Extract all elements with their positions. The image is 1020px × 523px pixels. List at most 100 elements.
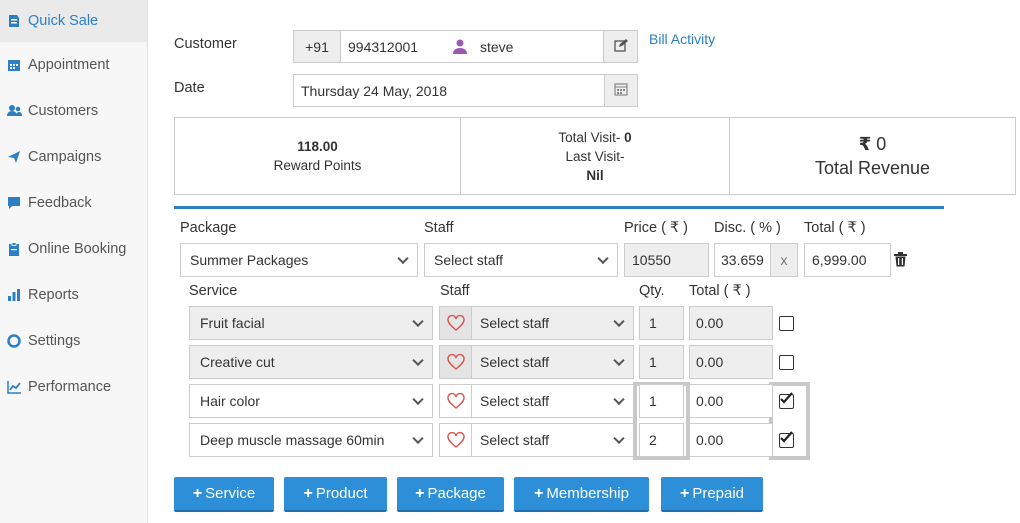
sidebar-item-quick-sale[interactable]: Quick Sale: [0, 0, 147, 42]
sidebar-item-campaigns[interactable]: Campaigns: [0, 134, 147, 180]
add-service-label: Service: [205, 485, 256, 502]
total-visit-line: Total Visit- 0: [558, 128, 631, 147]
visit-stat: Total Visit- 0 Last Visit- Nil: [461, 118, 730, 194]
chevron-down-icon: [613, 315, 625, 328]
sidebar-item-settings[interactable]: Settings: [0, 318, 147, 364]
sidebar-item-online-booking[interactable]: Online Booking: [0, 226, 147, 272]
service-checkbox[interactable]: [779, 316, 794, 331]
package-header: Package: [180, 220, 237, 236]
package-total-field[interactable]: 6,999.00: [804, 243, 891, 277]
service-staff-value: Select staff: [480, 432, 550, 448]
service-checkbox[interactable]: [779, 431, 794, 448]
service-staff-select[interactable]: Select staff: [439, 384, 634, 418]
add-prepaid-button[interactable]: + Prepaid: [661, 477, 763, 512]
date-label: Date: [174, 80, 205, 96]
section-divider: [174, 206, 944, 209]
sidebar-item-label: Online Booking: [28, 241, 127, 257]
sidebar-item-appointment[interactable]: Appointment: [0, 42, 147, 88]
edit-icon: [613, 38, 628, 55]
country-code[interactable]: +91: [293, 30, 341, 63]
service-staff-value: Select staff: [480, 354, 550, 370]
package-select[interactable]: Summer Packages: [180, 243, 418, 277]
package-price-field: 10550: [624, 243, 709, 277]
service-checkbox[interactable]: [779, 355, 794, 370]
sidebar-item-feedback[interactable]: Feedback: [0, 180, 147, 226]
add-product-button[interactable]: + Product: [284, 477, 387, 512]
disc-clear-button[interactable]: x: [770, 243, 798, 277]
service-total-field[interactable]: 0.00: [689, 306, 773, 340]
service-select[interactable]: Fruit facial: [189, 306, 433, 340]
qty-header: Qty.: [639, 283, 665, 299]
chevron-down-icon: [613, 393, 625, 406]
customer-name: steve: [480, 39, 514, 55]
sidebar-item-label: Reports: [28, 287, 79, 303]
chevron-down-icon: [613, 432, 625, 445]
package-select-value: Summer Packages: [190, 252, 309, 268]
service-select-value: Fruit facial: [200, 315, 265, 331]
add-membership-button[interactable]: + Membership: [514, 477, 649, 512]
plus-icon: +: [192, 484, 203, 502]
service-select-value: Deep muscle massage 60min: [200, 432, 385, 448]
date-field[interactable]: Thursday 24 May, 2018: [293, 74, 605, 107]
trash-icon[interactable]: [894, 252, 907, 270]
add-service-button[interactable]: + Service: [174, 477, 274, 512]
package-staff-select[interactable]: Select staff: [424, 243, 618, 277]
edit-customer-button[interactable]: [603, 30, 638, 63]
heart-icon[interactable]: [440, 385, 472, 417]
heart-icon[interactable]: [440, 307, 472, 339]
bar-chart-icon: [6, 287, 22, 303]
chevron-down-icon: [412, 432, 424, 445]
sidebar-item-performance[interactable]: Performance: [0, 364, 147, 410]
service-qty-field[interactable]: 2: [639, 423, 684, 457]
service-checkbox[interactable]: [779, 392, 794, 409]
user-icon: [453, 39, 467, 57]
revenue-value: 0: [876, 134, 887, 154]
heart-icon[interactable]: [440, 424, 472, 456]
last-visit-value: Nil: [586, 167, 604, 183]
clipboard-icon: [6, 241, 22, 257]
sidebar-item-reports[interactable]: Reports: [0, 272, 147, 318]
calendar-icon: [614, 82, 628, 99]
add-package-button[interactable]: + Package: [397, 477, 504, 512]
service-qty-field[interactable]: 1: [639, 306, 684, 340]
reward-points-stat: 118.00 Reward Points: [175, 118, 461, 194]
service-total-field[interactable]: 0.00: [689, 423, 773, 457]
service-staff-value: Select staff: [480, 393, 550, 409]
package-staff-value: Select staff: [434, 252, 504, 268]
rupee-icon: ₹: [858, 134, 872, 154]
package-disc-field[interactable]: 33.659: [714, 243, 771, 277]
bill-activity-link[interactable]: Bill Activity: [649, 31, 715, 47]
chevron-down-icon: [412, 315, 424, 328]
service-total-field[interactable]: 0.00: [689, 345, 773, 379]
service-staff-value: Select staff: [480, 315, 550, 331]
service-staff-select[interactable]: Select staff: [439, 345, 634, 379]
price-header: Price ( ₹ ): [624, 220, 689, 236]
service-qty-field[interactable]: 1: [639, 345, 684, 379]
service-total-field[interactable]: 0.00: [689, 384, 773, 418]
chevron-down-icon: [397, 252, 409, 265]
last-visit-label: Last Visit-: [565, 148, 625, 164]
service-select[interactable]: Deep muscle massage 60min: [189, 423, 433, 457]
calendar-icon: [6, 57, 22, 73]
customer-phone-field[interactable]: 994312001 steve: [340, 30, 604, 63]
sidebar: Quick Sale Appointment Customers Campaig…: [0, 0, 148, 523]
service-qty-field[interactable]: 1: [639, 384, 684, 418]
sidebar-item-customers[interactable]: Customers: [0, 88, 147, 134]
add-prepaid-label: Prepaid: [692, 485, 745, 502]
lifebuoy-icon: [6, 333, 22, 349]
sidebar-item-label: Feedback: [28, 195, 92, 211]
customer-label: Customer: [174, 36, 237, 52]
reward-points-label: Reward Points: [273, 158, 362, 173]
chevron-down-icon: [412, 354, 424, 367]
service-select[interactable]: Hair color: [189, 384, 433, 418]
service-staff-select[interactable]: Select staff: [439, 306, 634, 340]
sidebar-item-label: Quick Sale: [28, 13, 99, 29]
date-picker-button[interactable]: [604, 74, 638, 107]
service-select[interactable]: Creative cut: [189, 345, 433, 379]
line-chart-icon: [6, 379, 22, 395]
add-package-label: Package: [427, 485, 486, 502]
revenue-amount: ₹ 0: [859, 132, 887, 156]
service-staff-select[interactable]: Select staff: [439, 423, 634, 457]
revenue-stat: ₹ 0 Total Revenue: [730, 118, 1015, 194]
heart-icon[interactable]: [440, 346, 472, 378]
